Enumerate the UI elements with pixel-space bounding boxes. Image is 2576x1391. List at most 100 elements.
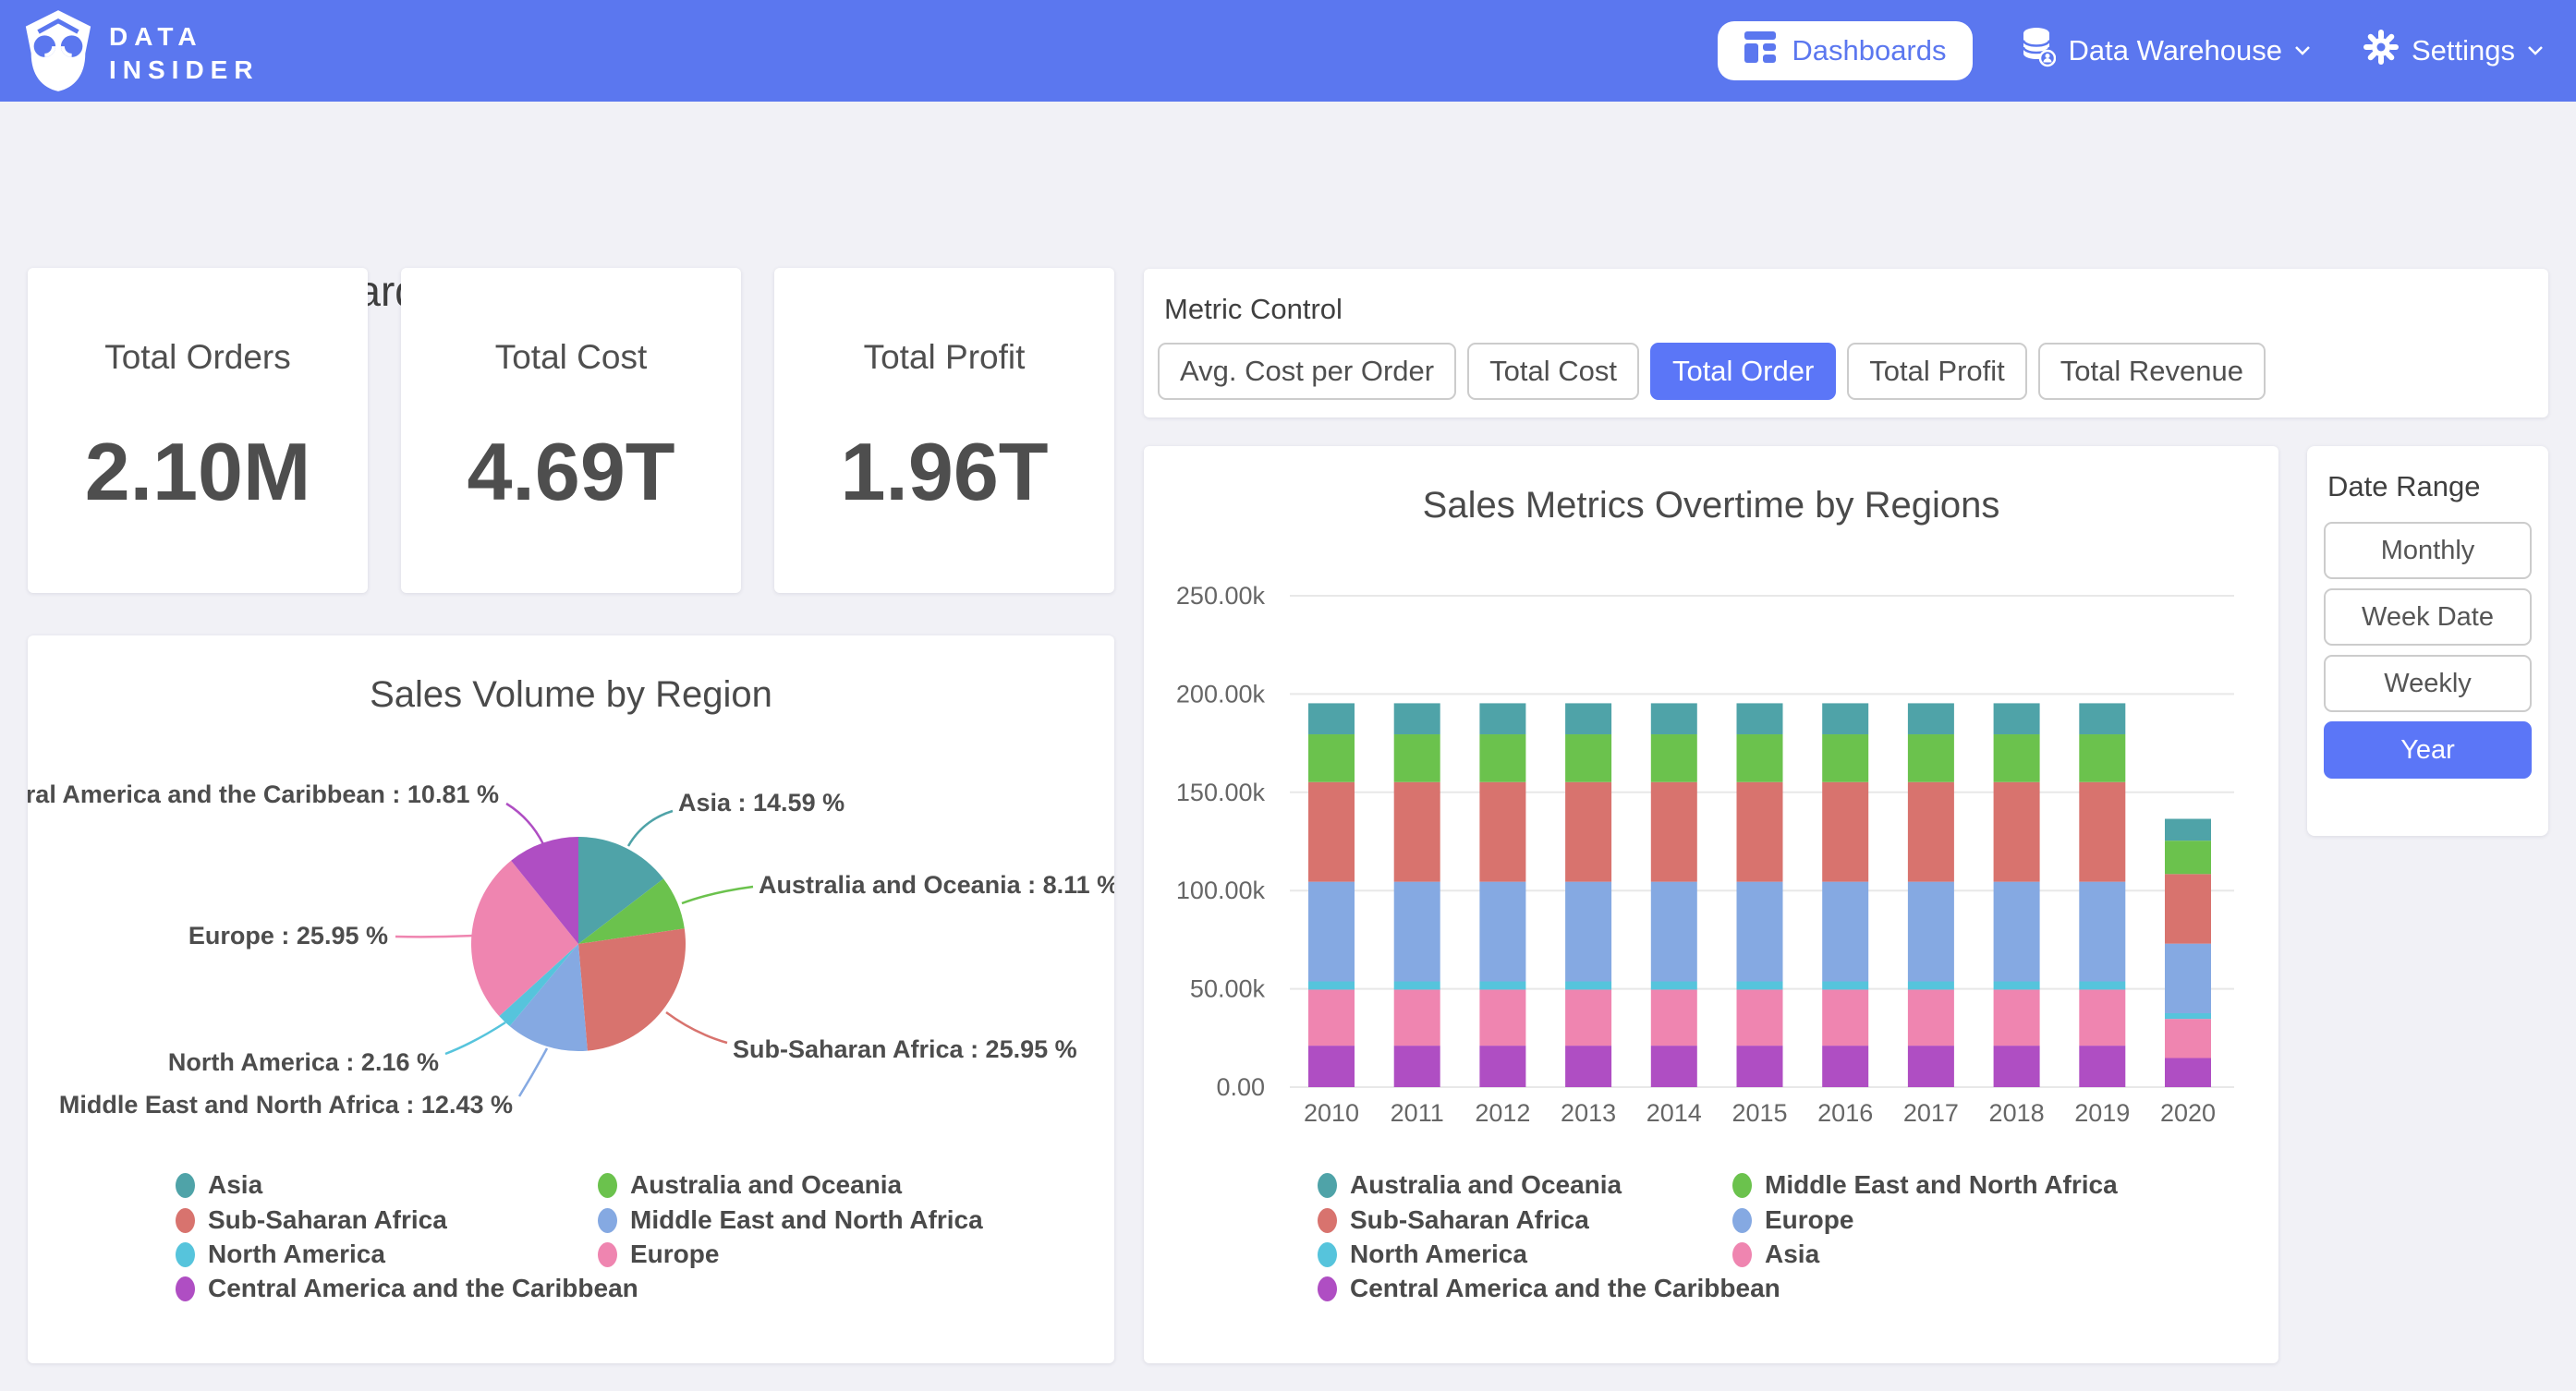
legend-item-sub-saharan-africa[interactable]: Sub-Saharan Africa	[1318, 1205, 1589, 1235]
page-header: Sales Dashboard Add Filter Boost: Off	[0, 102, 2576, 268]
sales-dashboard-page: DATA INSIDER Dashboards	[0, 0, 2576, 1391]
bar-segment-middle-east-and-north-africa	[1737, 734, 1783, 782]
legend-item-australia-and-oceania[interactable]: Australia and Oceania	[1318, 1170, 1622, 1200]
legend-item-north-america[interactable]: North America	[1318, 1240, 1527, 1269]
bar-segment-asia	[1308, 989, 1355, 1046]
bar-segment-asia	[1394, 989, 1440, 1046]
legend-item-sub-saharan-africa[interactable]: Sub-Saharan Africa	[176, 1205, 447, 1235]
legend-item-middle-east-and-north-africa[interactable]: Middle East and North Africa	[1732, 1170, 2118, 1200]
legend-dot	[176, 1208, 195, 1233]
legend-item-north-america[interactable]: North America	[176, 1240, 385, 1269]
top-navbar: DATA INSIDER Dashboards	[0, 0, 2576, 102]
metric-option-total-profit[interactable]: Total Profit	[1847, 343, 2026, 400]
bar-segment-central-america-and-the-caribbean	[1822, 1046, 1868, 1087]
legend-dot	[1318, 1242, 1337, 1267]
pie-leader-line	[682, 887, 753, 903]
x-axis-tick: 2010	[1304, 1099, 1359, 1127]
kpi-label: Total Orders	[28, 338, 368, 377]
legend-label: Asia	[1765, 1240, 1819, 1269]
legend-dot	[176, 1173, 195, 1198]
metric-option-total-order[interactable]: Total Order	[1650, 343, 1836, 400]
bar-segment-australia-and-oceania	[1994, 703, 2040, 734]
owl-logo-icon	[20, 7, 96, 99]
legend-label: Sub-Saharan Africa	[1350, 1205, 1589, 1235]
legend-label: Central America and the Caribbean	[208, 1274, 638, 1303]
bar-segment-central-america-and-the-caribbean	[2079, 1046, 2125, 1087]
bar-segment-australia-and-oceania	[1479, 703, 1525, 734]
bar-segment-europe	[1822, 882, 1868, 982]
nav-settings-button[interactable]: Settings	[2358, 29, 2548, 73]
legend-dot	[598, 1173, 617, 1198]
pie-leader-line	[506, 804, 543, 844]
kpi-value: 1.96T	[774, 425, 1114, 519]
bar-segment-middle-east-and-north-africa	[1479, 734, 1525, 782]
date-range-option-monthly[interactable]: Monthly	[2324, 522, 2532, 579]
legend-dot	[598, 1208, 617, 1233]
bar-segment-europe	[1565, 882, 1611, 982]
metric-control-buttons: Avg. Cost per OrderTotal CostTotal Order…	[1158, 343, 2266, 400]
kpi-value: 2.10M	[28, 425, 368, 519]
bar-chart-card: Sales Metrics Overtime by Regions 0.0050…	[1144, 446, 2278, 1363]
metric-option-total-revenue[interactable]: Total Revenue	[2038, 343, 2266, 400]
bar-segment-north-america	[2079, 982, 2125, 990]
date-range-option-week-date[interactable]: Week Date	[2324, 588, 2532, 646]
bar-segment-sub-saharan-africa	[1394, 782, 1440, 882]
metric-option-avg-cost-per-order[interactable]: Avg. Cost per Order	[1158, 343, 1456, 400]
bar-segment-europe	[1994, 882, 2040, 982]
metric-control-title: Metric Control	[1164, 293, 1343, 326]
date-range-panel: Date Range Monthly Week Date Weekly Year	[2307, 446, 2548, 836]
legend-item-europe[interactable]: Europe	[598, 1240, 719, 1269]
bar-segment-europe	[2165, 944, 2211, 1013]
date-range-buttons: Monthly Week Date Weekly Year	[2324, 522, 2532, 779]
nav-data-warehouse-button[interactable]: Data Warehouse	[2015, 26, 2315, 76]
bar-segment-central-america-and-the-caribbean	[2165, 1058, 2211, 1087]
x-axis-tick: 2016	[1817, 1099, 1873, 1127]
date-range-option-year[interactable]: Year	[2324, 721, 2532, 779]
legend-item-asia[interactable]: Asia	[1732, 1240, 1819, 1269]
bar-segment-middle-east-and-north-africa	[1822, 734, 1868, 782]
bar-segment-north-america	[1394, 982, 1440, 990]
bar-segment-central-america-and-the-caribbean	[1394, 1046, 1440, 1087]
legend-item-central-america-and-the-caribbean[interactable]: Central America and the Caribbean	[176, 1274, 638, 1303]
legend-label: Australia and Oceania	[630, 1170, 902, 1200]
kpi-card-total-profit: Total Profit 1.96T	[774, 268, 1114, 593]
legend-item-central-america-and-the-caribbean[interactable]: Central America and the Caribbean	[1318, 1274, 1780, 1303]
pie-leader-line	[395, 936, 472, 937]
bar-segment-europe	[1908, 882, 1954, 982]
legend-dot	[1732, 1208, 1752, 1233]
bar-segment-europe	[1308, 882, 1355, 982]
legend-dot	[598, 1242, 617, 1267]
legend-item-australia-and-oceania[interactable]: Australia and Oceania	[598, 1170, 902, 1200]
legend-item-europe[interactable]: Europe	[1732, 1205, 1853, 1235]
bar-segment-central-america-and-the-caribbean	[1994, 1046, 2040, 1087]
brand[interactable]: DATA INSIDER	[20, 7, 260, 99]
bar-segment-sub-saharan-africa	[1822, 782, 1868, 882]
bar-segment-europe	[2079, 882, 2125, 982]
bar-segment-asia	[1994, 989, 2040, 1046]
x-axis-tick: 2019	[2074, 1099, 2130, 1127]
pie-callout-north-america: North America : 2.16 %	[168, 1048, 439, 1076]
bar-segment-north-america	[1822, 982, 1868, 990]
kpi-label: Total Profit	[774, 338, 1114, 377]
date-range-title: Date Range	[2327, 470, 2480, 503]
date-range-option-weekly[interactable]: Weekly	[2324, 655, 2532, 712]
brand-text: DATA INSIDER	[109, 20, 260, 87]
dashboards-grid-icon	[1744, 30, 1777, 71]
legend-label: Middle East and North Africa	[630, 1205, 983, 1235]
nav-dashboards-button[interactable]: Dashboards	[1718, 21, 1972, 80]
bar-segment-asia	[1908, 989, 1954, 1046]
pie-leader-line	[666, 1012, 727, 1043]
legend-label: Middle East and North Africa	[1765, 1170, 2118, 1200]
legend-label: North America	[208, 1240, 385, 1269]
legend-item-asia[interactable]: Asia	[176, 1170, 262, 1200]
kpi-card-total-orders: Total Orders 2.10M	[28, 268, 368, 593]
bar-segment-australia-and-oceania	[1737, 703, 1783, 734]
bar-segment-sub-saharan-africa	[1565, 782, 1611, 882]
x-axis-tick: 2015	[1732, 1099, 1787, 1127]
bar-segment-middle-east-and-north-africa	[2165, 841, 2211, 874]
bar-segment-central-america-and-the-caribbean	[1651, 1046, 1697, 1087]
pie-leader-line	[628, 811, 673, 846]
legend-dot	[1732, 1173, 1752, 1198]
metric-option-total-cost[interactable]: Total Cost	[1467, 343, 1639, 400]
legend-item-middle-east-and-north-africa[interactable]: Middle East and North Africa	[598, 1205, 983, 1235]
